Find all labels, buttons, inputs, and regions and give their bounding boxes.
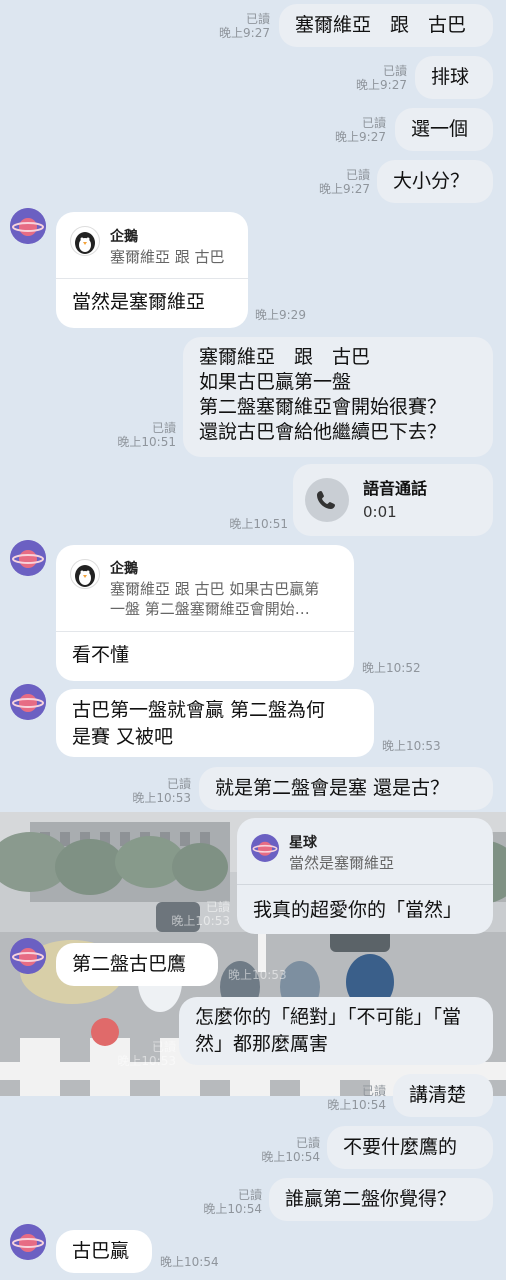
message-meta: 已讀 晚上10:51	[96, 421, 176, 449]
quoted-message[interactable]: 企鵝 塞爾維亞 跟 古巴 如果古巴贏第 一盤 第二盤塞爾維亞會開始…	[56, 545, 354, 632]
read-receipt: 已讀	[295, 1136, 320, 1150]
outgoing-bubble[interactable]: 排球	[415, 56, 493, 99]
timestamp: 晚上10:53	[117, 1054, 176, 1068]
incoming-reply-bubble[interactable]: 企鵝 塞爾維亞 跟 古巴 當然是塞爾維亞	[56, 212, 248, 328]
timestamp: 晚上10:51	[117, 435, 176, 449]
outgoing-bubble[interactable]: 誰贏第二盤你覺得？	[269, 1178, 493, 1221]
outgoing-reply-bubble[interactable]: 星球 當然是塞爾維亞 我真的超愛你的「當然」	[237, 818, 493, 934]
outgoing-bubble[interactable]: 不要什麼鷹的	[327, 1126, 493, 1169]
avatar[interactable]	[10, 208, 46, 244]
quoted-text: 塞爾維亞 跟 古巴	[110, 248, 225, 266]
call-duration: 0:01	[363, 503, 397, 521]
outgoing-bubble[interactable]: 大小分？	[377, 160, 493, 203]
penguin-avatar	[70, 559, 100, 589]
timestamp: 晚上9:27	[356, 78, 407, 92]
message-line: 塞爾維亞 跟 古巴	[199, 346, 371, 368]
read-receipt: 已讀	[151, 1040, 176, 1054]
read-receipt: 已讀	[361, 116, 386, 130]
outgoing-bubble[interactable]: 塞爾維亞 跟 古巴	[279, 4, 493, 47]
message-meta: 已讀 晚上10:54	[182, 1188, 262, 1216]
timestamp: 晚上9:27	[319, 182, 370, 196]
outgoing-bubble[interactable]: 選一個	[395, 108, 493, 151]
message-line: 古巴第一盤就會贏 第二盤為何	[72, 699, 326, 721]
timestamp: 晚上9:27	[219, 26, 270, 40]
incoming-bubble[interactable]: 古巴贏	[56, 1230, 152, 1273]
message-text: 我真的超愛你的「當然」	[253, 899, 463, 921]
message-meta: 已讀 晚上9:27	[200, 12, 270, 40]
timestamp: 晚上10:54	[261, 1150, 320, 1164]
quoted-sender-name: 星球	[289, 835, 317, 851]
message-meta: 已讀 晚上10:54	[306, 1084, 386, 1112]
call-title: 語音通話	[363, 479, 428, 498]
message-meta: 已讀 晚上10:54	[240, 1136, 320, 1164]
phone-icon	[305, 478, 349, 522]
message-line: 第二盤塞爾維亞會開始很賽？	[199, 396, 447, 418]
read-receipt: 已讀	[205, 900, 230, 914]
outgoing-bubble[interactable]: 講清楚	[393, 1074, 493, 1117]
message-text: 大小分？	[393, 170, 470, 192]
message-line: 還說古巴會給他繼續巴下去？	[199, 421, 447, 443]
message-meta: 已讀 晚上10:53	[150, 900, 230, 928]
timestamp: 晚上10:53	[382, 739, 441, 753]
read-receipt: 已讀	[361, 1084, 386, 1098]
quoted-text: 一盤 第二盤塞爾維亞會開始…	[110, 600, 310, 618]
timestamp: 晚上10:53	[228, 968, 287, 982]
avatar[interactable]	[10, 1224, 46, 1260]
timestamp: 晚上10:53	[132, 791, 191, 805]
avatar[interactable]	[10, 938, 46, 974]
quoted-text: 塞爾維亞 跟 古巴 如果古巴贏第	[110, 580, 320, 598]
quoted-sender-name: 企鵝	[110, 229, 138, 245]
message-line: 怎麼你的「絕對」「不可能」「當	[195, 1006, 462, 1028]
message-meta: 已讀 晚上9:27	[337, 64, 407, 92]
timestamp: 晚上9:29	[255, 308, 306, 322]
planet-avatar	[251, 834, 279, 862]
read-receipt: 已讀	[237, 1188, 262, 1202]
read-receipt: 已讀	[166, 777, 191, 791]
incoming-bubble[interactable]: 古巴第一盤就會贏 第二盤為何 是賽 又被吧	[56, 689, 374, 757]
message-line: 是賽 又被吧	[72, 726, 174, 748]
incoming-reply-bubble[interactable]: 企鵝 塞爾維亞 跟 古巴 如果古巴贏第 一盤 第二盤塞爾維亞會開始… 看不懂	[56, 545, 354, 681]
message-line: 如果古巴贏第一盤	[199, 371, 352, 393]
outgoing-bubble[interactable]: 塞爾維亞 跟 古巴 如果古巴贏第一盤 第二盤塞爾維亞會開始很賽？ 還說古巴會給他…	[183, 337, 493, 457]
message-text: 塞爾維亞 跟 古巴	[295, 14, 467, 36]
timestamp: 晚上10:51	[229, 517, 288, 531]
message-text: 講清楚	[409, 1084, 467, 1106]
quoted-message[interactable]: 企鵝 塞爾維亞 跟 古巴	[56, 212, 248, 279]
message-text: 看不懂	[72, 644, 130, 666]
timestamp: 晚上10:54	[203, 1202, 262, 1216]
timestamp: 晚上10:52	[362, 661, 421, 675]
message-text: 不要什麼鷹的	[343, 1136, 458, 1158]
message-meta: 已讀 晚上10:53	[96, 1040, 176, 1068]
quoted-text: 當然是塞爾維亞	[289, 854, 395, 872]
message-meta: 已讀 晚上10:53	[111, 777, 191, 805]
voice-call-bubble[interactable]: 語音通話 0:01	[293, 464, 493, 536]
message-text: 當然是塞爾維亞	[72, 291, 206, 313]
message-line: 然」都那麼厲害	[195, 1033, 329, 1055]
read-receipt: 已讀	[245, 12, 270, 26]
quoted-message[interactable]: 星球 當然是塞爾維亞	[237, 818, 493, 885]
outgoing-bubble[interactable]: 就是第二盤會是塞 還是古？	[199, 767, 493, 810]
timestamp: 晚上9:27	[335, 130, 386, 144]
message-text: 排球	[431, 66, 470, 88]
timestamp: 晚上10:53	[171, 914, 230, 928]
message-meta: 已讀 晚上9:27	[316, 116, 386, 144]
avatar[interactable]	[10, 684, 46, 720]
message-text: 古巴贏	[72, 1240, 130, 1262]
read-receipt: 已讀	[151, 421, 176, 435]
message-text: 誰贏第二盤你覺得？	[285, 1188, 457, 1210]
message-text: 第二盤古巴鷹	[72, 953, 187, 975]
outgoing-bubble[interactable]: 怎麼你的「絕對」「不可能」「當 然」都那麼厲害	[179, 997, 493, 1065]
message-text: 選一個	[411, 118, 469, 140]
incoming-bubble[interactable]: 第二盤古巴鷹	[56, 943, 218, 986]
timestamp: 晚上10:54	[160, 1255, 219, 1269]
timestamp: 晚上10:54	[327, 1098, 386, 1112]
penguin-avatar	[70, 226, 100, 256]
message-text: 就是第二盤會是塞 還是古？	[215, 777, 450, 799]
read-receipt: 已讀	[382, 64, 407, 78]
avatar[interactable]	[10, 540, 46, 576]
quoted-sender-name: 企鵝	[110, 561, 138, 577]
read-receipt: 已讀	[345, 168, 370, 182]
message-meta: 已讀 晚上9:27	[300, 168, 370, 196]
